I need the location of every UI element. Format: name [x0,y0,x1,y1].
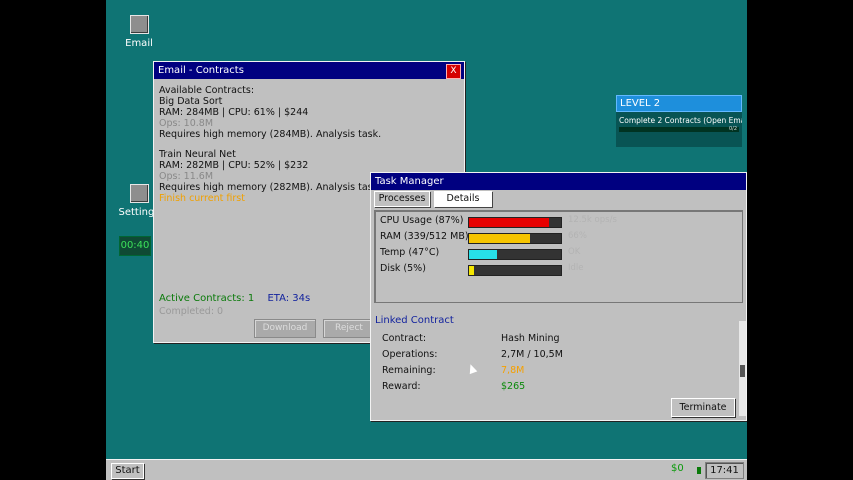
row-label: Contract: [382,333,427,344]
linked-row-contract: Contract: Hash Mining [382,333,560,344]
level-objective: Complete 2 Contracts (Open Email [619,116,742,125]
metric-note: OK [568,247,581,257]
level-progress-bar: 0/2 [619,126,739,132]
linked-row-reward: Reward: $265 [382,381,525,392]
taskbar: Start $0 17:41 [106,459,747,480]
contract-ops: Ops: 10.8M [159,118,214,129]
eta-label: ETA: 34s [267,293,311,304]
scrollbar[interactable] [739,321,746,416]
contract-specs: RAM: 282MB | CPU: 52% | $232 [159,160,309,171]
contract-desc: Requires high memory (284MB). Analysis t… [159,129,382,140]
metric-label: Disk (5%) [380,263,426,274]
desktop-icon-label: Email [125,38,153,49]
active-contracts-status: Active Contracts: 1 ETA: 34s [159,293,310,304]
level-title: LEVEL 2 [616,95,742,112]
timer-chip: 00:40 [119,236,151,256]
email-titlebar[interactable]: Email - Contracts X [154,62,464,79]
metrics-panel: CPU Usage (87%) 12.5k ops/s RAM (339/512… [374,210,743,303]
metric-fill [469,234,530,243]
level-panel: LEVEL 2 Complete 2 Contracts (Open Email… [616,95,742,147]
active-contracts-count: Active Contracts: 1 [159,293,255,304]
scrollbar-thumb[interactable] [740,365,745,377]
metric-fill [469,250,497,259]
settings-icon [129,184,149,203]
contracts-heading: Available Contracts: [159,85,255,96]
taskbar-clock: 17:41 [705,462,744,479]
download-button[interactable]: Download [254,319,316,338]
row-value: Hash Mining [501,333,560,344]
terminate-button[interactable]: Terminate [671,398,735,417]
money-display: $0 [671,463,684,474]
linked-row-operations: Operations: 2,7M / 10,5M [382,349,563,360]
window-title: Task Manager [375,176,444,187]
tab-processes[interactable]: Processes [374,191,430,207]
metric-bar [468,265,562,276]
linked-contract-panel: Linked Contract [375,315,735,326]
metric-bar [468,233,562,244]
linked-row-remaining: Remaining: 7,8M [382,365,524,376]
row-label: Operations: [382,349,438,360]
row-value: $265 [501,381,526,392]
metric-bar [468,217,562,228]
window-title: Email - Contracts [158,65,244,76]
metric-fill [469,266,474,275]
metric-note: 12.5k ops/s [568,215,617,225]
linked-contract-heading: Linked Contract [375,315,454,326]
row-value: 7,8M [501,365,525,376]
metric-fill [469,218,550,227]
metric-note: 66% [568,231,587,241]
metric-label: RAM (339/512 MB) [380,231,469,242]
row-label: Reward: [382,381,421,392]
desktop-icon-email[interactable]: Email [109,15,169,49]
metric-bar [468,249,562,260]
task-manager-titlebar[interactable]: Task Manager [371,173,746,190]
tab-details[interactable]: Details [434,191,492,207]
metric-note: Idle [568,263,584,273]
metric-label: Temp (47°C) [380,247,440,258]
tray-icon [697,467,701,474]
contract-name: Big Data Sort [159,96,223,107]
contract-item[interactable]: Big Data Sort RAM: 284MB | CPU: 61% | $2… [159,96,459,140]
task-manager-window: Task Manager Processes Details CPU Usage… [370,172,747,421]
desktop: Email Settings 00:40 Email - Contracts X… [106,0,747,480]
level-progress-label: 0/2 [728,126,737,132]
close-button[interactable]: X [446,64,461,79]
email-icon [129,15,149,34]
reject-button[interactable]: Reject [323,319,375,338]
row-label: Remaining: [382,365,436,376]
completed-count: Completed: 0 [159,306,224,317]
contract-specs: RAM: 284MB | CPU: 61% | $244 [159,107,309,118]
start-button[interactable]: Start [111,463,144,479]
metric-label: CPU Usage (87%) [380,215,464,226]
contract-name: Train Neural Net [159,149,236,160]
row-value: 2,7M / 10,5M [501,349,563,360]
